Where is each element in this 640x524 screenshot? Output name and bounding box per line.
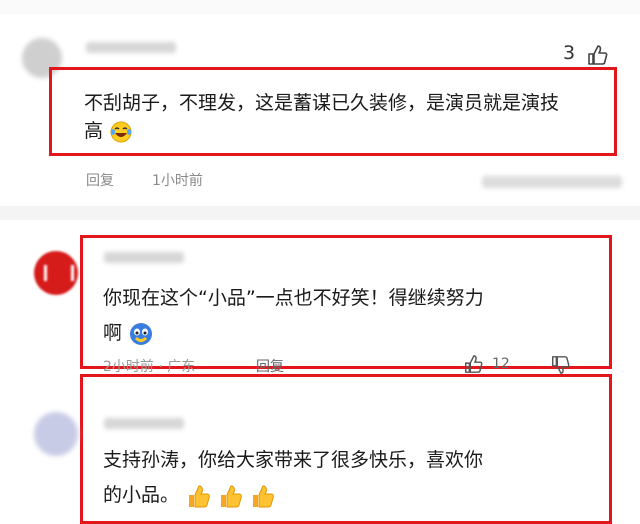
comment-location: 广东 xyxy=(167,359,196,375)
thumbs-up-icon xyxy=(221,484,242,507)
top-divider xyxy=(0,0,640,14)
comment-text: 你现在这个“小品”一点也不好笑！得继续努力 xyxy=(103,287,484,309)
like-count: 3 xyxy=(563,42,576,64)
reply-button[interactable]: 回复 xyxy=(86,170,114,190)
comment-time: 2小时前 xyxy=(103,359,154,375)
section-divider xyxy=(0,206,640,220)
username[interactable] xyxy=(104,252,184,263)
avatar[interactable] xyxy=(34,412,78,456)
blurred-actions xyxy=(482,176,622,188)
thumbs-up-outline-icon[interactable] xyxy=(586,44,608,66)
comment-meta: 2小时前 · 广东 xyxy=(103,356,195,376)
thumbs-up-outline-icon[interactable] xyxy=(463,354,483,374)
username[interactable] xyxy=(86,42,176,53)
comment-time: 1小时前 xyxy=(152,173,203,189)
thumbs-up-icon xyxy=(253,484,275,507)
thumbs-up-emoji-group xyxy=(185,484,275,507)
blue-face-icon xyxy=(130,322,153,345)
comment-text-cont: 高 xyxy=(84,113,133,149)
reply-button[interactable]: 回复 xyxy=(256,356,284,376)
comment-text: 不刮胡子，不理发，这是蓄谋已久装修，是演员就是演技 xyxy=(84,92,560,114)
thumbs-up-icon xyxy=(189,484,210,507)
comment-text-cont: 啊 xyxy=(103,315,154,351)
comment-text-cont: 的小品。 xyxy=(103,477,275,513)
meta-separator: · xyxy=(158,359,163,375)
thumbs-down-outline-icon[interactable] xyxy=(550,355,570,375)
laughing-tears-icon xyxy=(110,121,132,142)
like-count: 12 xyxy=(492,356,510,372)
avatar[interactable] xyxy=(34,251,78,295)
username[interactable] xyxy=(104,418,184,429)
comment-text: 支持孙涛，你给大家带来了很多快乐，喜欢你 xyxy=(103,449,484,471)
